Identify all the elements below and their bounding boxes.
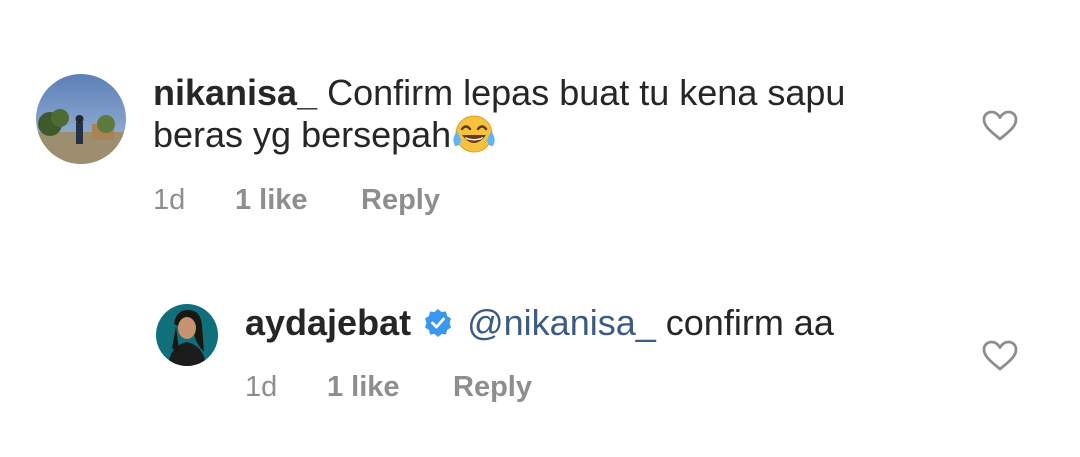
comment-body: nikanisa_ Confirm lepas buat tu kena sap… [153, 72, 953, 155]
comment-text-line2: beras yg bersepah [153, 114, 452, 155]
comment-nikanisa: nikanisa_ Confirm lepas buat tu kena sap… [0, 0, 1080, 230]
reply-button[interactable]: Reply [453, 371, 532, 404]
avatar-nikanisa[interactable] [36, 74, 126, 164]
mention-link[interactable]: @nikanisa_ [467, 302, 656, 343]
timestamp: 1d [153, 184, 186, 216]
username-link[interactable]: nikanisa_ [153, 72, 317, 113]
likes-count[interactable]: 1 like [235, 184, 308, 217]
username-link[interactable]: aydajebat [245, 302, 411, 343]
reply-button[interactable]: Reply [361, 184, 440, 217]
like-heart-icon[interactable] [982, 110, 1018, 142]
likes-count[interactable]: 1 like [327, 371, 400, 404]
like-heart-icon[interactable] [982, 340, 1018, 372]
comment-meta: 1d 1 like Reply [153, 184, 553, 218]
face-with-tears-of-joy-icon [451, 113, 497, 155]
comment-line-1: nikanisa_ Confirm lepas buat tu kena sap… [153, 72, 953, 113]
reply-text: confirm aa [665, 302, 834, 343]
comment-line-2: beras yg bersepah [153, 113, 953, 155]
avatar-nikanisa-image [36, 74, 126, 164]
verified-badge-icon [423, 305, 453, 337]
avatar-aydajebat-image [156, 304, 218, 366]
reply-meta: 1d 1 like Reply [245, 371, 645, 405]
timestamp: 1d [245, 371, 278, 403]
comment-aydajebat: aydajebat @nikanisa_ confirm aa 1d 1 lik… [0, 230, 1080, 457]
comment-text-line1: Confirm lepas buat tu kena sapu [327, 72, 846, 113]
reply-body: aydajebat @nikanisa_ confirm aa [245, 302, 945, 343]
avatar-aydajebat[interactable] [156, 304, 218, 366]
